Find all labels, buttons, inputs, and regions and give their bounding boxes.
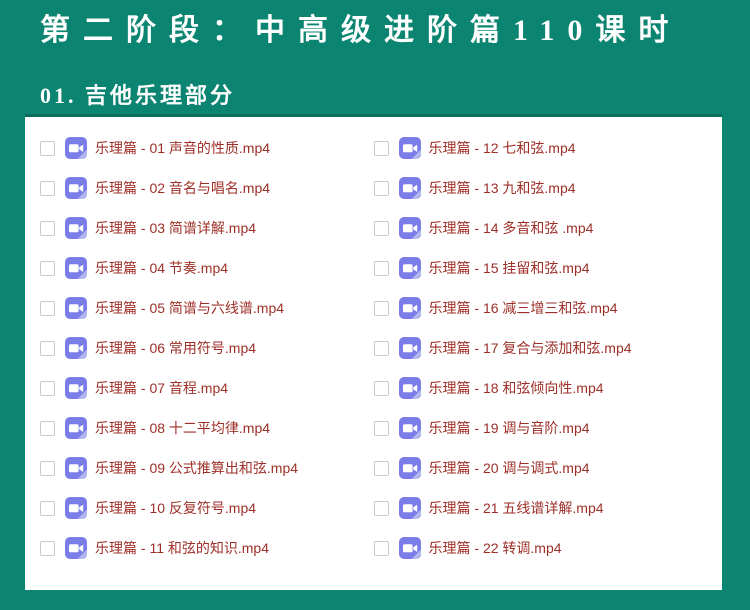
file-row[interactable]: 乐理篇 - 14 多音和弦 .mp4	[374, 208, 708, 248]
file-row[interactable]: 乐理篇 - 12 七和弦.mp4	[374, 128, 708, 168]
file-checkbox[interactable]	[374, 461, 389, 476]
file-name-label: 乐理篇 - 17 复合与添加和弦.mp4	[429, 338, 632, 358]
file-name-label: 乐理篇 - 14 多音和弦 .mp4	[429, 218, 594, 238]
video-file-icon	[65, 177, 87, 199]
file-name-label: 乐理篇 - 10 反复符号.mp4	[95, 498, 256, 518]
file-row[interactable]: 乐理篇 - 17 复合与添加和弦.mp4	[374, 328, 708, 368]
file-name-label: 乐理篇 - 21 五线谱详解.mp4	[429, 498, 604, 518]
video-file-icon	[65, 497, 87, 519]
file-row[interactable]: 乐理篇 - 16 减三增三和弦.mp4	[374, 288, 708, 328]
video-file-icon	[399, 297, 421, 319]
video-file-icon	[399, 417, 421, 439]
video-file-icon	[65, 457, 87, 479]
file-name-label: 乐理篇 - 08 十二平均律.mp4	[95, 418, 270, 438]
file-name-label: 乐理篇 - 04 节奏.mp4	[95, 258, 228, 278]
video-file-icon	[399, 257, 421, 279]
video-file-icon	[399, 177, 421, 199]
file-name-label: 乐理篇 - 15 挂留和弦.mp4	[429, 258, 590, 278]
file-column-left: 乐理篇 - 01 声音的性质.mp4 乐理篇 - 02 音名与唱名.mp4 乐理篇 …	[40, 128, 374, 568]
file-name-label: 乐理篇 - 09 公式推算出和弦.mp4	[95, 458, 298, 478]
video-file-icon	[65, 257, 87, 279]
file-checkbox[interactable]	[40, 501, 55, 516]
file-checkbox[interactable]	[40, 221, 55, 236]
file-row[interactable]: 乐理篇 - 18 和弦倾向性.mp4	[374, 368, 708, 408]
file-column-right: 乐理篇 - 12 七和弦.mp4 乐理篇 - 13 九和弦.mp4 乐理篇 - 14…	[374, 128, 708, 568]
section-title: 01. 吉他乐理部分	[40, 83, 750, 109]
file-name-label: 乐理篇 - 22 转调.mp4	[429, 538, 562, 558]
file-checkbox[interactable]	[374, 421, 389, 436]
file-checkbox[interactable]	[40, 541, 55, 556]
file-row[interactable]: 乐理篇 - 21 五线谱详解.mp4	[374, 488, 708, 528]
file-name-label: 乐理篇 - 18 和弦倾向性.mp4	[429, 378, 604, 398]
file-name-label: 乐理篇 - 03 简谱详解.mp4	[95, 218, 256, 238]
file-name-label: 乐理篇 - 01 声音的性质.mp4	[95, 138, 270, 158]
file-row[interactable]: 乐理篇 - 05 简谱与六线谱.mp4	[40, 288, 374, 328]
file-name-label: 乐理篇 - 06 常用符号.mp4	[95, 338, 256, 358]
file-list-panel: 乐理篇 - 01 声音的性质.mp4 乐理篇 - 02 音名与唱名.mp4 乐理篇 …	[25, 117, 722, 590]
file-row[interactable]: 乐理篇 - 08 十二平均律.mp4	[40, 408, 374, 448]
file-checkbox[interactable]	[374, 301, 389, 316]
video-file-icon	[399, 217, 421, 239]
file-row[interactable]: 乐理篇 - 15 挂留和弦.mp4	[374, 248, 708, 288]
file-checkbox[interactable]	[40, 181, 55, 196]
video-file-icon	[65, 377, 87, 399]
video-file-icon	[399, 137, 421, 159]
file-row[interactable]: 乐理篇 - 01 声音的性质.mp4	[40, 128, 374, 168]
file-name-label: 乐理篇 - 16 减三增三和弦.mp4	[429, 298, 618, 318]
video-file-icon	[399, 337, 421, 359]
file-row[interactable]: 乐理篇 - 04 节奏.mp4	[40, 248, 374, 288]
file-row[interactable]: 乐理篇 - 19 调与音阶.mp4	[374, 408, 708, 448]
video-file-icon	[65, 137, 87, 159]
page-title: 第二阶段：中高级进阶篇110课时	[0, 0, 750, 49]
video-file-icon	[65, 217, 87, 239]
file-checkbox[interactable]	[374, 541, 389, 556]
video-file-icon	[65, 417, 87, 439]
video-file-icon	[65, 337, 87, 359]
video-file-icon	[399, 537, 421, 559]
file-name-label: 乐理篇 - 19 调与音阶.mp4	[429, 418, 590, 438]
file-row[interactable]: 乐理篇 - 06 常用符号.mp4	[40, 328, 374, 368]
file-checkbox[interactable]	[40, 141, 55, 156]
file-row[interactable]: 乐理篇 - 02 音名与唱名.mp4	[40, 168, 374, 208]
file-row[interactable]: 乐理篇 - 22 转调.mp4	[374, 528, 708, 568]
file-name-label: 乐理篇 - 12 七和弦.mp4	[429, 138, 576, 158]
file-name-label: 乐理篇 - 05 简谱与六线谱.mp4	[95, 298, 284, 318]
file-name-label: 乐理篇 - 13 九和弦.mp4	[429, 178, 576, 198]
file-row[interactable]: 乐理篇 - 10 反复符号.mp4	[40, 488, 374, 528]
file-checkbox[interactable]	[40, 421, 55, 436]
file-checkbox[interactable]	[374, 381, 389, 396]
file-checkbox[interactable]	[374, 141, 389, 156]
file-name-label: 乐理篇 - 02 音名与唱名.mp4	[95, 178, 270, 198]
file-row[interactable]: 乐理篇 - 11 和弦的知识.mp4	[40, 528, 374, 568]
file-checkbox[interactable]	[40, 261, 55, 276]
video-file-icon	[399, 497, 421, 519]
file-checkbox[interactable]	[40, 461, 55, 476]
file-row[interactable]: 乐理篇 - 09 公式推算出和弦.mp4	[40, 448, 374, 488]
file-checkbox[interactable]	[374, 341, 389, 356]
file-row[interactable]: 乐理篇 - 07 音程.mp4	[40, 368, 374, 408]
file-checkbox[interactable]	[40, 381, 55, 396]
file-checkbox[interactable]	[40, 341, 55, 356]
file-name-label: 乐理篇 - 11 和弦的知识.mp4	[95, 538, 269, 558]
file-name-label: 乐理篇 - 07 音程.mp4	[95, 378, 228, 398]
file-row[interactable]: 乐理篇 - 03 简谱详解.mp4	[40, 208, 374, 248]
file-name-label: 乐理篇 - 20 调与调式.mp4	[429, 458, 590, 478]
file-checkbox[interactable]	[374, 221, 389, 236]
file-checkbox[interactable]	[374, 501, 389, 516]
video-file-icon	[399, 377, 421, 399]
file-row[interactable]: 乐理篇 - 20 调与调式.mp4	[374, 448, 708, 488]
file-row[interactable]: 乐理篇 - 13 九和弦.mp4	[374, 168, 708, 208]
video-file-icon	[399, 457, 421, 479]
file-checkbox[interactable]	[374, 181, 389, 196]
file-checkbox[interactable]	[374, 261, 389, 276]
file-checkbox[interactable]	[40, 301, 55, 316]
video-file-icon	[65, 537, 87, 559]
video-file-icon	[65, 297, 87, 319]
